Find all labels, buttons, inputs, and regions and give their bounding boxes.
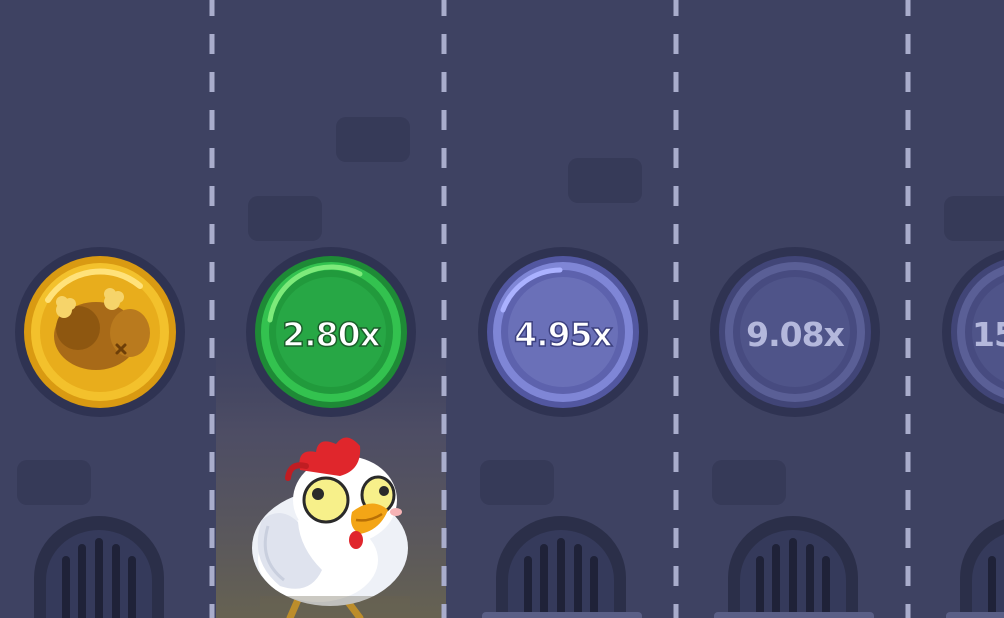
gold-coin (15, 247, 185, 417)
multiplier-label: 2.80x (282, 315, 380, 354)
multiplier-coin-next[interactable]: 4.95x (478, 247, 648, 417)
lane-floor (260, 596, 410, 618)
multiplier-label: 9.08x (746, 315, 844, 354)
multiplier-label: 15 (972, 315, 1004, 354)
brick (480, 460, 554, 505)
brick (568, 158, 642, 203)
brick (248, 196, 322, 241)
brick (17, 460, 91, 505)
game-board: 2.80x 4.95x 9.08x 15 (0, 0, 1004, 618)
multiplier-coin-upcoming: 9.08x (710, 247, 880, 417)
multiplier-label: 4.95x (514, 315, 612, 354)
brick (944, 196, 1004, 241)
multiplier-coin-active[interactable]: 2.80x (246, 247, 416, 417)
brick (712, 460, 786, 505)
brick (336, 117, 410, 162)
